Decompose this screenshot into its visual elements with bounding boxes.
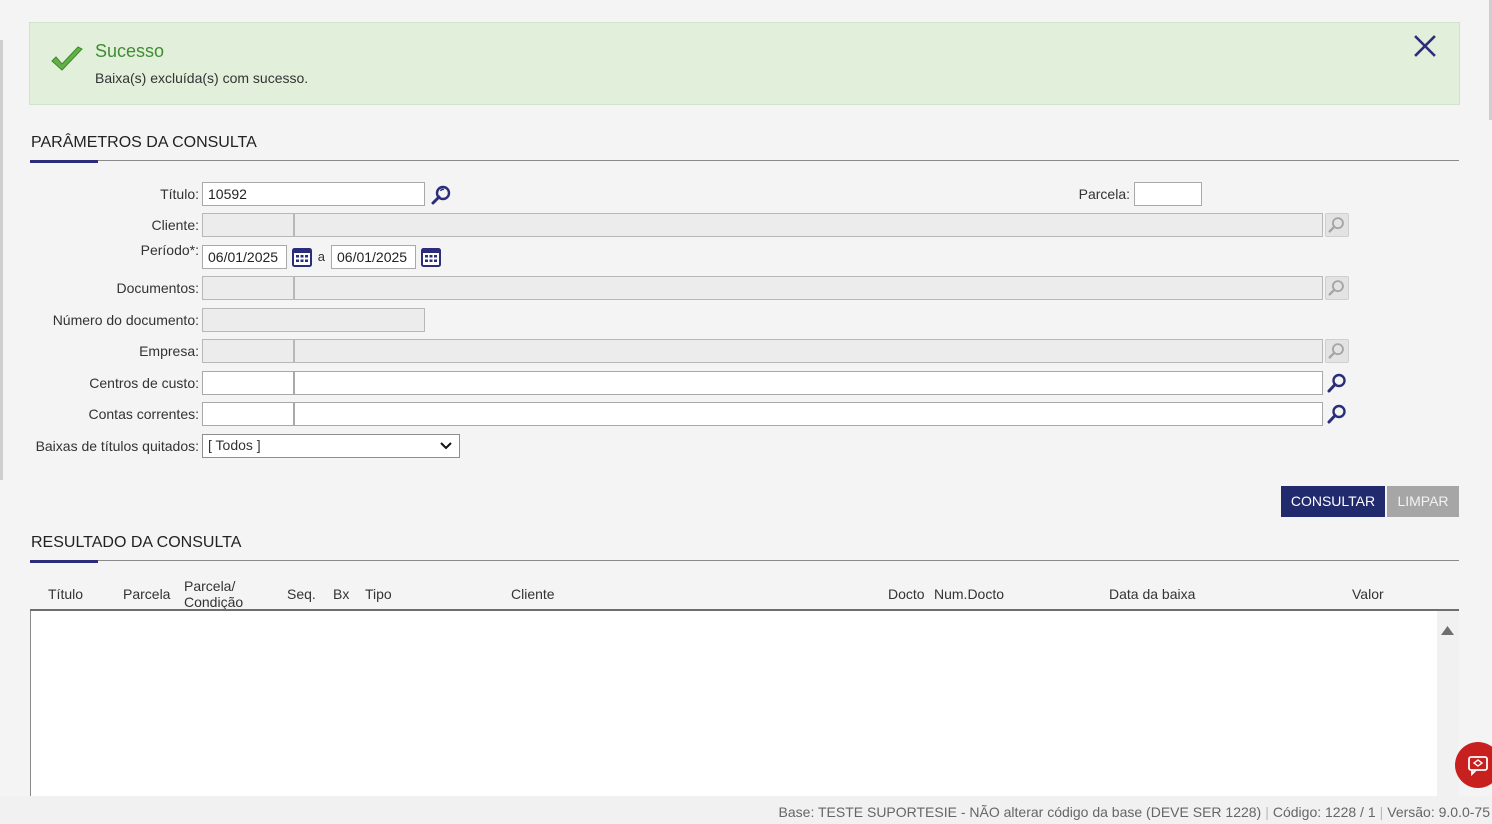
- footer-versao: Versão: 9.0.0-75: [1387, 804, 1490, 820]
- contas-correntes-code-input[interactable]: [202, 402, 294, 426]
- periodo-separator: a: [317, 249, 325, 264]
- search-icon[interactable]: [1325, 402, 1349, 426]
- empresa-code-field: [202, 339, 294, 363]
- contas-correntes-name-input[interactable]: [294, 402, 1323, 426]
- centros-custo-code-input[interactable]: [202, 371, 294, 395]
- footer-separator: |: [1265, 804, 1269, 820]
- numero-documento-label: Número do documento:: [52, 312, 199, 328]
- documentos-code-field: [202, 276, 294, 300]
- results-table-body: [30, 611, 1459, 801]
- column-parcela-condicao-line1: Parcela/: [184, 578, 236, 594]
- cliente-label: Cliente:: [151, 217, 199, 233]
- params-section-rule: [30, 160, 1459, 161]
- results-section-accent: [30, 560, 98, 563]
- column-parcela-condicao[interactable]: Parcela/ Condição: [184, 578, 243, 610]
- titulo-label: Título:: [160, 186, 199, 202]
- footer-codigo: Código: 1228 / 1: [1272, 804, 1376, 820]
- column-parcela-condicao-line2: Condição: [184, 594, 244, 610]
- params-section-accent: [30, 160, 98, 163]
- results-section-rule: [30, 560, 1459, 561]
- chat-button[interactable]: [1455, 742, 1492, 788]
- search-icon[interactable]: [430, 183, 454, 207]
- calendar-icon[interactable]: [290, 245, 314, 269]
- numero-documento-field: [202, 308, 425, 332]
- params-section-title: PARÂMETROS DA CONSULTA: [31, 134, 257, 151]
- centros-custo-label: Centros de custo:: [89, 375, 199, 391]
- empresa-label: Empresa:: [139, 343, 199, 359]
- search-icon: [1325, 213, 1349, 237]
- results-section-title: RESULTADO DA CONSULTA: [31, 534, 242, 551]
- check-icon: [51, 46, 83, 71]
- column-data-baixa[interactable]: Data da baixa: [1109, 586, 1195, 602]
- column-seq[interactable]: Seq.: [287, 586, 316, 602]
- chevron-down-icon: [440, 442, 452, 450]
- documentos-label: Documentos:: [116, 280, 199, 296]
- parcela-label: Parcela:: [1078, 186, 1130, 202]
- cliente-code-field: [202, 213, 294, 237]
- baixas-quitados-value: [ Todos ]: [208, 437, 261, 453]
- column-bx[interactable]: Bx: [333, 586, 349, 602]
- close-icon[interactable]: [1413, 34, 1437, 58]
- consultar-button[interactable]: CONSULTAR: [1281, 486, 1385, 517]
- search-icon: [1325, 339, 1349, 363]
- periodo-from-input[interactable]: [202, 245, 287, 269]
- cliente-name-field: [294, 213, 1323, 237]
- column-parcela[interactable]: Parcela: [123, 586, 170, 602]
- titulo-input[interactable]: [202, 182, 425, 206]
- documentos-name-field: [294, 276, 1323, 300]
- baixas-quitados-select[interactable]: [ Todos ]: [202, 434, 460, 458]
- centros-custo-name-input[interactable]: [294, 371, 1323, 395]
- left-edge: [0, 40, 3, 480]
- calendar-icon[interactable]: [419, 245, 443, 269]
- success-alert: Sucesso Baixa(s) excluída(s) com sucesso…: [29, 22, 1460, 105]
- footer-separator: |: [1379, 804, 1384, 820]
- contas-correntes-label: Contas correntes:: [88, 406, 200, 422]
- column-docto[interactable]: Docto: [888, 586, 925, 602]
- column-tipo[interactable]: Tipo: [365, 586, 392, 602]
- baixas-quitados-label: Baixas de títulos quitados:: [35, 438, 199, 454]
- status-footer: Base: TESTE SUPORTESIE - NÃO alterar cód…: [0, 796, 1492, 824]
- periodo-label: Período*:: [140, 242, 199, 258]
- search-icon: [1325, 276, 1349, 300]
- empresa-name-field: [294, 339, 1323, 363]
- column-titulo[interactable]: Título: [48, 586, 83, 602]
- column-cliente[interactable]: Cliente: [511, 586, 555, 602]
- parcela-input[interactable]: [1134, 182, 1202, 206]
- limpar-button[interactable]: LIMPAR: [1387, 486, 1459, 517]
- column-num-docto[interactable]: Num.Docto: [934, 586, 1004, 602]
- periodo-to-input[interactable]: [331, 245, 416, 269]
- footer-base: Base: TESTE SUPORTESIE - NÃO alterar cód…: [778, 804, 1262, 820]
- chat-icon: [1468, 756, 1488, 776]
- alert-title: Sucesso: [95, 41, 165, 61]
- column-valor[interactable]: Valor: [1352, 586, 1384, 602]
- footer-status: Base: TESTE SUPORTESIE - NÃO alterar cód…: [779, 804, 1490, 820]
- scroll-up-icon[interactable]: [1440, 624, 1455, 636]
- search-icon[interactable]: [1325, 371, 1349, 395]
- alert-message: Baixa(s) excluída(s) com sucesso.: [95, 70, 309, 86]
